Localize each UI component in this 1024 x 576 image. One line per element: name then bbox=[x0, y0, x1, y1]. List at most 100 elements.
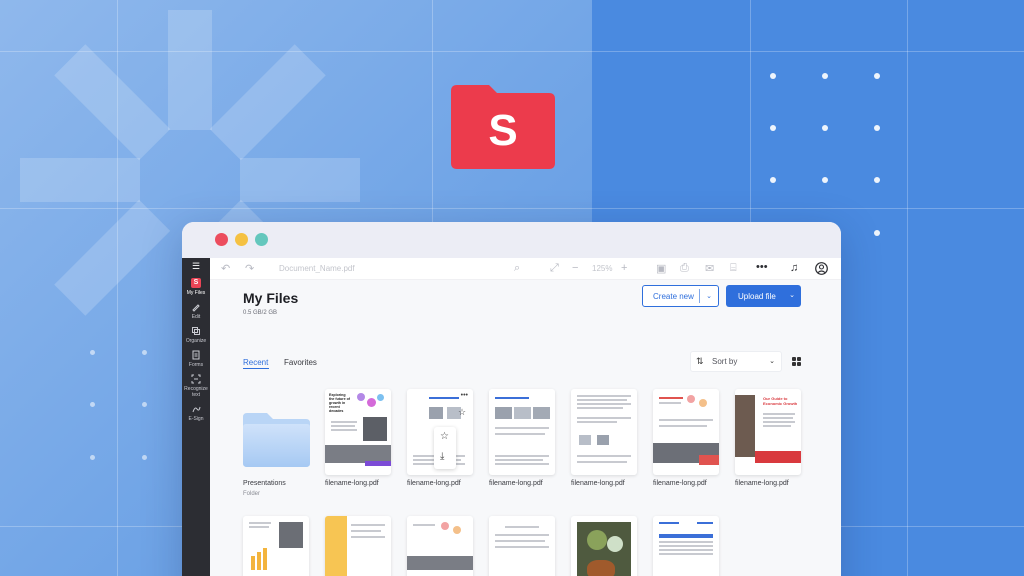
camera-icon[interactable]: ⌸ bbox=[730, 262, 737, 275]
minimize-window-button[interactable] bbox=[235, 233, 248, 246]
file-thumbnail bbox=[653, 389, 719, 475]
file-name: filename-long.pdf bbox=[571, 480, 625, 487]
window-titlebar bbox=[182, 222, 841, 258]
sidebar-item-label: Recognize text bbox=[184, 386, 208, 398]
grid-view-icon[interactable] bbox=[792, 357, 801, 366]
redo-icon[interactable]: ↷ bbox=[245, 262, 254, 275]
sort-icon: ⇅ bbox=[696, 356, 704, 366]
save-icon[interactable]: ▣ bbox=[656, 262, 666, 275]
thumbnail-photo bbox=[429, 407, 443, 419]
maximize-window-button[interactable] bbox=[255, 233, 268, 246]
tab-favorites[interactable]: Favorites bbox=[284, 358, 317, 367]
mail-icon[interactable]: ✉ bbox=[705, 262, 714, 275]
sidebar-item-label: Edit bbox=[191, 314, 201, 320]
sidebar-item-forms[interactable]: Forms bbox=[182, 350, 210, 368]
thumbnail-bubble bbox=[357, 393, 365, 401]
file-quick-actions: ☆ ⤓ bbox=[434, 427, 456, 469]
upload-file-button[interactable]: Upload file ⌄ bbox=[726, 285, 801, 307]
file-tile[interactable] bbox=[571, 516, 637, 576]
file-tile[interactable]: filename-long.pdf bbox=[653, 389, 719, 487]
sidebar-item-my-files[interactable]: S My Files bbox=[182, 278, 210, 296]
thumbnail-heading: Our Guide to Economic Growth bbox=[763, 396, 798, 406]
thumbnail-chart-bar bbox=[263, 548, 267, 570]
folder-icon: S bbox=[191, 278, 201, 288]
sidebar-item-edit[interactable]: Edit bbox=[182, 302, 210, 320]
thumbnail-line bbox=[505, 526, 539, 528]
file-thumbnail bbox=[653, 516, 719, 576]
thumbnail-bubble bbox=[687, 395, 695, 403]
folder-icon[interactable] bbox=[243, 413, 310, 467]
file-thumbnail bbox=[489, 389, 555, 475]
create-new-button[interactable]: Create new ⌄ bbox=[642, 285, 719, 307]
decor-dot bbox=[90, 455, 95, 460]
favorite-star-icon[interactable]: ☆ bbox=[458, 407, 466, 418]
create-new-label: Create new bbox=[653, 291, 694, 301]
menu-icon[interactable]: ☰ bbox=[182, 260, 210, 272]
thumbnail-line bbox=[249, 526, 269, 528]
tab-recent[interactable]: Recent bbox=[243, 358, 268, 367]
toolbar: ↶ ↷ Document_Name.pdf ⌕ ⤢ − 125% + ▣ ⎙ ✉… bbox=[210, 258, 841, 280]
more-icon[interactable]: ••• bbox=[461, 392, 468, 399]
chevron-down-icon: ⌄ bbox=[769, 358, 775, 365]
decor-dot bbox=[90, 350, 95, 355]
thumbnail-line bbox=[351, 536, 385, 538]
thumbnail-table-header bbox=[659, 534, 713, 538]
thumbnail-line bbox=[697, 522, 713, 524]
thumbnail-line bbox=[763, 417, 793, 419]
zoom-out-icon[interactable]: − bbox=[572, 262, 578, 274]
thumbnail-accent-bar bbox=[325, 516, 347, 576]
chevron-down-icon[interactable]: ⌄ bbox=[789, 291, 795, 299]
bell-icon[interactable]: ♫ bbox=[790, 262, 798, 274]
thumbnail-line bbox=[659, 541, 713, 543]
thumbnail-line bbox=[351, 530, 381, 532]
file-tile[interactable]: Our Guide to Economic Growth filename-lo… bbox=[735, 389, 801, 487]
app-logo-folder-icon: S bbox=[451, 85, 555, 169]
thumbnail-bubble bbox=[441, 522, 449, 530]
thumbnail-line bbox=[331, 425, 355, 427]
chevron-down-icon[interactable]: ⌄ bbox=[706, 292, 712, 300]
file-tile[interactable] bbox=[243, 516, 309, 576]
thumbnail-photo bbox=[514, 407, 531, 419]
file-tile[interactable]: filename-long.pdf bbox=[571, 389, 637, 487]
document-name: Document_Name.pdf bbox=[279, 264, 355, 273]
thumbnail-line bbox=[659, 522, 679, 524]
user-avatar-icon[interactable] bbox=[815, 262, 828, 275]
thumbnail-bubble bbox=[453, 526, 461, 534]
thumbnail-line bbox=[495, 540, 545, 542]
favorite-star-icon[interactable]: ☆ bbox=[440, 431, 449, 442]
file-tile[interactable]: Exploring the future of growth in recent… bbox=[325, 389, 391, 487]
sort-by-dropdown[interactable]: ⇅ Sort by ⌄ bbox=[690, 351, 782, 372]
thumbnail-chart-bar bbox=[251, 556, 255, 570]
organize-icon bbox=[192, 327, 200, 335]
thumbnail-line bbox=[659, 397, 683, 399]
zoom-in-icon[interactable]: + bbox=[621, 262, 627, 274]
sort-by-label: Sort by bbox=[712, 357, 738, 366]
file-tile[interactable] bbox=[653, 516, 719, 576]
download-icon[interactable]: ⤓ bbox=[440, 451, 444, 462]
decor-dot bbox=[874, 177, 880, 183]
sidebar-item-label: Organize bbox=[185, 338, 207, 344]
thumbnail-line bbox=[495, 397, 529, 399]
file-tile[interactable]: filename-long.pdf bbox=[489, 389, 555, 487]
undo-icon[interactable]: ↶ bbox=[221, 262, 230, 275]
file-tile[interactable] bbox=[325, 516, 391, 576]
file-tile[interactable] bbox=[407, 516, 473, 576]
search-icon[interactable]: ⌕ bbox=[514, 262, 520, 275]
thumbnail-accent-bar bbox=[699, 455, 719, 465]
decor-dot bbox=[770, 177, 776, 183]
fit-page-icon[interactable]: ⤢ bbox=[550, 262, 559, 275]
decor-dot bbox=[822, 177, 828, 183]
print-icon[interactable]: ⎙ bbox=[680, 262, 689, 275]
decor-dot bbox=[142, 402, 147, 407]
sidebar-item-label: Forms bbox=[188, 362, 204, 368]
decor-dot bbox=[874, 125, 880, 131]
file-name: filename-long.pdf bbox=[735, 480, 789, 487]
close-window-button[interactable] bbox=[215, 233, 228, 246]
thumbnail-accent-bar bbox=[755, 451, 801, 463]
sidebar-item-recognize-text[interactable]: Recognize text bbox=[182, 374, 210, 398]
sidebar-item-organize[interactable]: Organize bbox=[182, 326, 210, 344]
thumbnail-line bbox=[495, 459, 543, 461]
sidebar-item-esign[interactable]: E-Sign bbox=[182, 404, 210, 422]
more-icon[interactable]: ••• bbox=[756, 261, 768, 273]
file-tile[interactable] bbox=[489, 516, 555, 576]
